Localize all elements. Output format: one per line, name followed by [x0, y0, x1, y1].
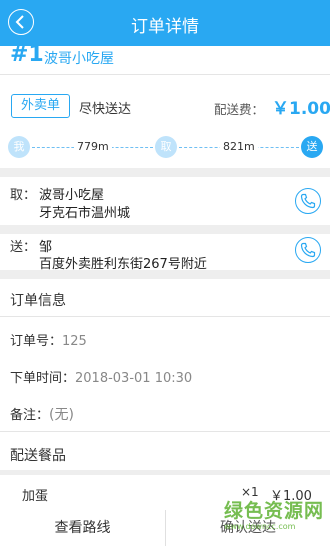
- order-time-label: 下单时间：: [10, 371, 76, 386]
- divider: [0, 431, 330, 432]
- order-note-row: 备注：(无): [10, 404, 74, 424]
- delivery-fee-value: ￥1.00: [272, 99, 330, 119]
- item-name: 加蛋: [22, 489, 49, 504]
- route-distance-1: 779m: [74, 140, 112, 153]
- order-time-value: 2018-03-01 10:30: [75, 371, 193, 386]
- pickup-name: 波哥小吃屋: [39, 188, 105, 203]
- watermark-url: www.downcc.com: [224, 522, 296, 531]
- pickup-key: 取：: [10, 188, 37, 203]
- section-divider: [0, 168, 330, 177]
- section-divider: [0, 470, 330, 475]
- order-note-value: (无): [49, 407, 74, 423]
- phone-icon: [300, 193, 316, 209]
- page-title: 订单详情: [131, 17, 199, 37]
- section-divider: [0, 225, 330, 234]
- call-pickup-button[interactable]: [295, 188, 321, 214]
- phone-icon: [300, 242, 316, 258]
- call-customer-button[interactable]: [295, 237, 321, 263]
- order-number-row: 订单号：125: [10, 330, 87, 349]
- pickup-address-line: 牙克石市温州城: [39, 206, 131, 221]
- order-number-label: 订单号：: [10, 334, 63, 349]
- route-pickup-marker: 取: [155, 136, 177, 158]
- section-divider: [0, 270, 330, 279]
- items-title: 配送餐品: [10, 448, 66, 464]
- divider: [0, 316, 330, 317]
- order-time-row: 下单时间：2018-03-01 10:30: [10, 367, 192, 386]
- route-progress: 我 779m 取 821m 送: [0, 136, 330, 160]
- delivery-fee-label: 配送费：: [214, 102, 265, 117]
- order-store-name: 波哥小吃屋: [44, 51, 114, 67]
- route-distance-2: 821m: [220, 140, 258, 153]
- view-route-button[interactable]: 查看路线: [0, 506, 165, 550]
- order-note-label: 备注：: [10, 408, 50, 423]
- order-info-title: 订单信息: [10, 293, 66, 309]
- order-number: #1: [10, 46, 44, 67]
- route-me-marker: 我: [8, 136, 30, 158]
- route-deliver-marker: 送: [301, 136, 323, 158]
- delivery-speed: 尽快送达: [79, 102, 132, 117]
- header-bar: 订单详情: [0, 0, 330, 46]
- order-header: #1 波哥小吃屋: [0, 46, 330, 75]
- order-number-value: 125: [62, 334, 87, 349]
- pickup-address: 取： 波哥小吃屋 牙克石市温州城: [0, 177, 330, 225]
- watermark-text: 绿色资源网: [224, 500, 325, 522]
- dropoff-key: 送：: [10, 240, 37, 255]
- order-type-tag: 外卖单: [11, 94, 70, 118]
